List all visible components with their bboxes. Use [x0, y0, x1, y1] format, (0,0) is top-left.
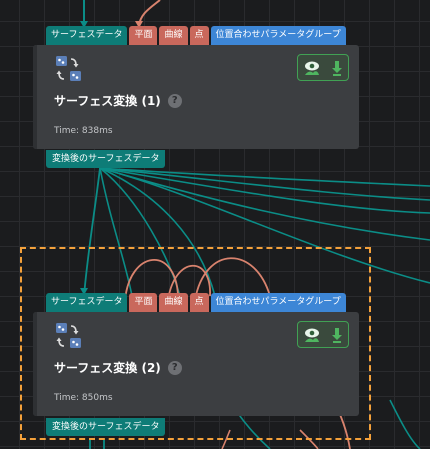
node-title-text: サーフェス変換 (2): [54, 361, 161, 375]
node-stripe: [33, 45, 37, 149]
input-port-plane[interactable]: 平面: [129, 26, 158, 45]
output-port-transformed-surface[interactable]: 変換後のサーフェスデータ: [46, 418, 166, 436]
node-actions: [297, 54, 349, 81]
node-time: Time: 850ms: [54, 393, 113, 403]
surface-transform-node-1[interactable]: サーフェス変換 (1) ? Time: 838ms: [33, 45, 359, 149]
input-port-curve[interactable]: 曲線: [159, 293, 188, 312]
input-port-curve[interactable]: 曲線: [159, 26, 188, 45]
node-actions: [297, 321, 349, 348]
input-port-surface-data[interactable]: サーフェスデータ: [46, 293, 128, 312]
node-title-text: サーフェス変換 (1): [54, 94, 161, 108]
input-port-plane[interactable]: 平面: [129, 293, 158, 312]
visibility-icon[interactable]: [303, 327, 321, 343]
visibility-icon[interactable]: [303, 60, 321, 76]
input-port-alignment-params[interactable]: 位置合わせパラメータグループ: [210, 26, 346, 45]
transform-icon: [56, 323, 81, 348]
wire-teal: [99, 167, 430, 214]
wire-teal: [389, 399, 421, 449]
input-port-point[interactable]: 点: [189, 293, 209, 312]
output-port-transformed-surface[interactable]: 変換後のサーフェスデータ: [46, 150, 166, 168]
download-icon[interactable]: [331, 60, 343, 76]
help-icon[interactable]: ?: [167, 93, 182, 108]
node-stripe: [33, 312, 37, 416]
input-port-alignment-params[interactable]: 位置合わせパラメータグループ: [210, 293, 346, 312]
input-port-point[interactable]: 点: [189, 26, 209, 45]
node-time: Time: 838ms: [54, 126, 113, 136]
node-2-input-ports: サーフェスデータ 平面 曲線 点 位置合わせパラメータグループ: [46, 293, 346, 312]
transform-icon: [56, 56, 81, 81]
help-icon[interactable]: ?: [167, 360, 182, 375]
download-icon[interactable]: [331, 327, 343, 343]
node-title: サーフェス変換 (2) ?: [54, 359, 182, 376]
node-1-input-ports: サーフェスデータ 平面 曲線 点 位置合わせパラメータグループ: [46, 26, 346, 45]
input-port-surface-data[interactable]: サーフェスデータ: [46, 26, 128, 45]
wire-teal: [99, 167, 430, 241]
node-title: サーフェス変換 (1) ?: [54, 92, 182, 109]
surface-transform-node-2[interactable]: サーフェス変換 (2) ? Time: 850ms: [33, 312, 359, 416]
